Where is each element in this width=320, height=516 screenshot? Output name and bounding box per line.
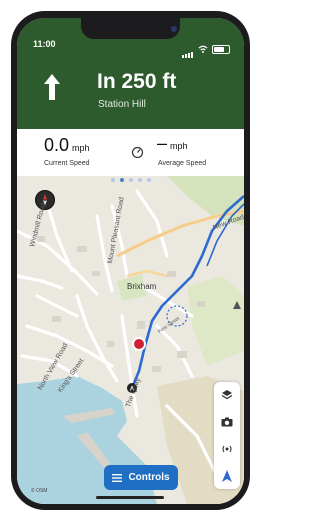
layers-icon — [221, 390, 233, 400]
location-button[interactable] — [214, 463, 240, 489]
current-speed-label: Current Speed — [44, 160, 90, 167]
menu-icon — [112, 473, 123, 482]
status-icons — [182, 40, 230, 58]
average-speed-value: – — [157, 133, 168, 153]
home-indicator[interactable] — [96, 496, 164, 499]
controls-label: Controls — [128, 472, 170, 483]
wifi-icon — [198, 45, 208, 53]
average-speed-label: Average Speed — [158, 160, 207, 167]
current-speed: 0.0 mph — [44, 135, 90, 156]
controls-button[interactable]: Controls — [104, 465, 178, 490]
page-dot[interactable] — [110, 178, 115, 182]
maneuver-distance: In 250 ft — [97, 70, 177, 93]
notch — [81, 18, 180, 39]
page-dot-active[interactable] — [119, 178, 124, 182]
broadcast-icon — [222, 445, 232, 453]
status-time: 11:00 — [33, 39, 56, 49]
layers-button[interactable] — [214, 382, 240, 408]
average-speed-unit: mph — [170, 141, 188, 151]
page-dot[interactable] — [146, 178, 151, 182]
maneuver-street: Station Hill — [98, 99, 146, 110]
map-attribution: © OSM — [31, 488, 48, 494]
average-speed: – mph — [157, 133, 188, 154]
phone-frame: 11:00 In 250 ft Station Hill 0.0 mph Curr… — [11, 11, 250, 510]
battery-icon — [212, 44, 230, 54]
cellular-signal-icon — [182, 40, 194, 58]
page-dot[interactable] — [137, 178, 142, 182]
page-indicator[interactable] — [17, 176, 244, 184]
map-canvas[interactable]: A — [17, 176, 244, 504]
camera-icon — [221, 417, 233, 427]
map-label-brixham: Brixham — [127, 282, 157, 291]
camera-button[interactable] — [214, 409, 240, 435]
screen: 11:00 In 250 ft Station Hill 0.0 mph Curr… — [17, 18, 244, 504]
page-dot[interactable] — [128, 178, 133, 182]
location-arrow-icon — [222, 470, 232, 482]
speedometer-icon — [131, 146, 144, 158]
current-speed-unit: mph — [72, 143, 90, 153]
map-tools-panel — [214, 382, 240, 489]
front-camera — [171, 26, 177, 32]
straight-arrow-icon — [44, 74, 60, 100]
broadcast-button[interactable] — [214, 436, 240, 462]
current-speed-value: 0.0 — [44, 135, 70, 155]
